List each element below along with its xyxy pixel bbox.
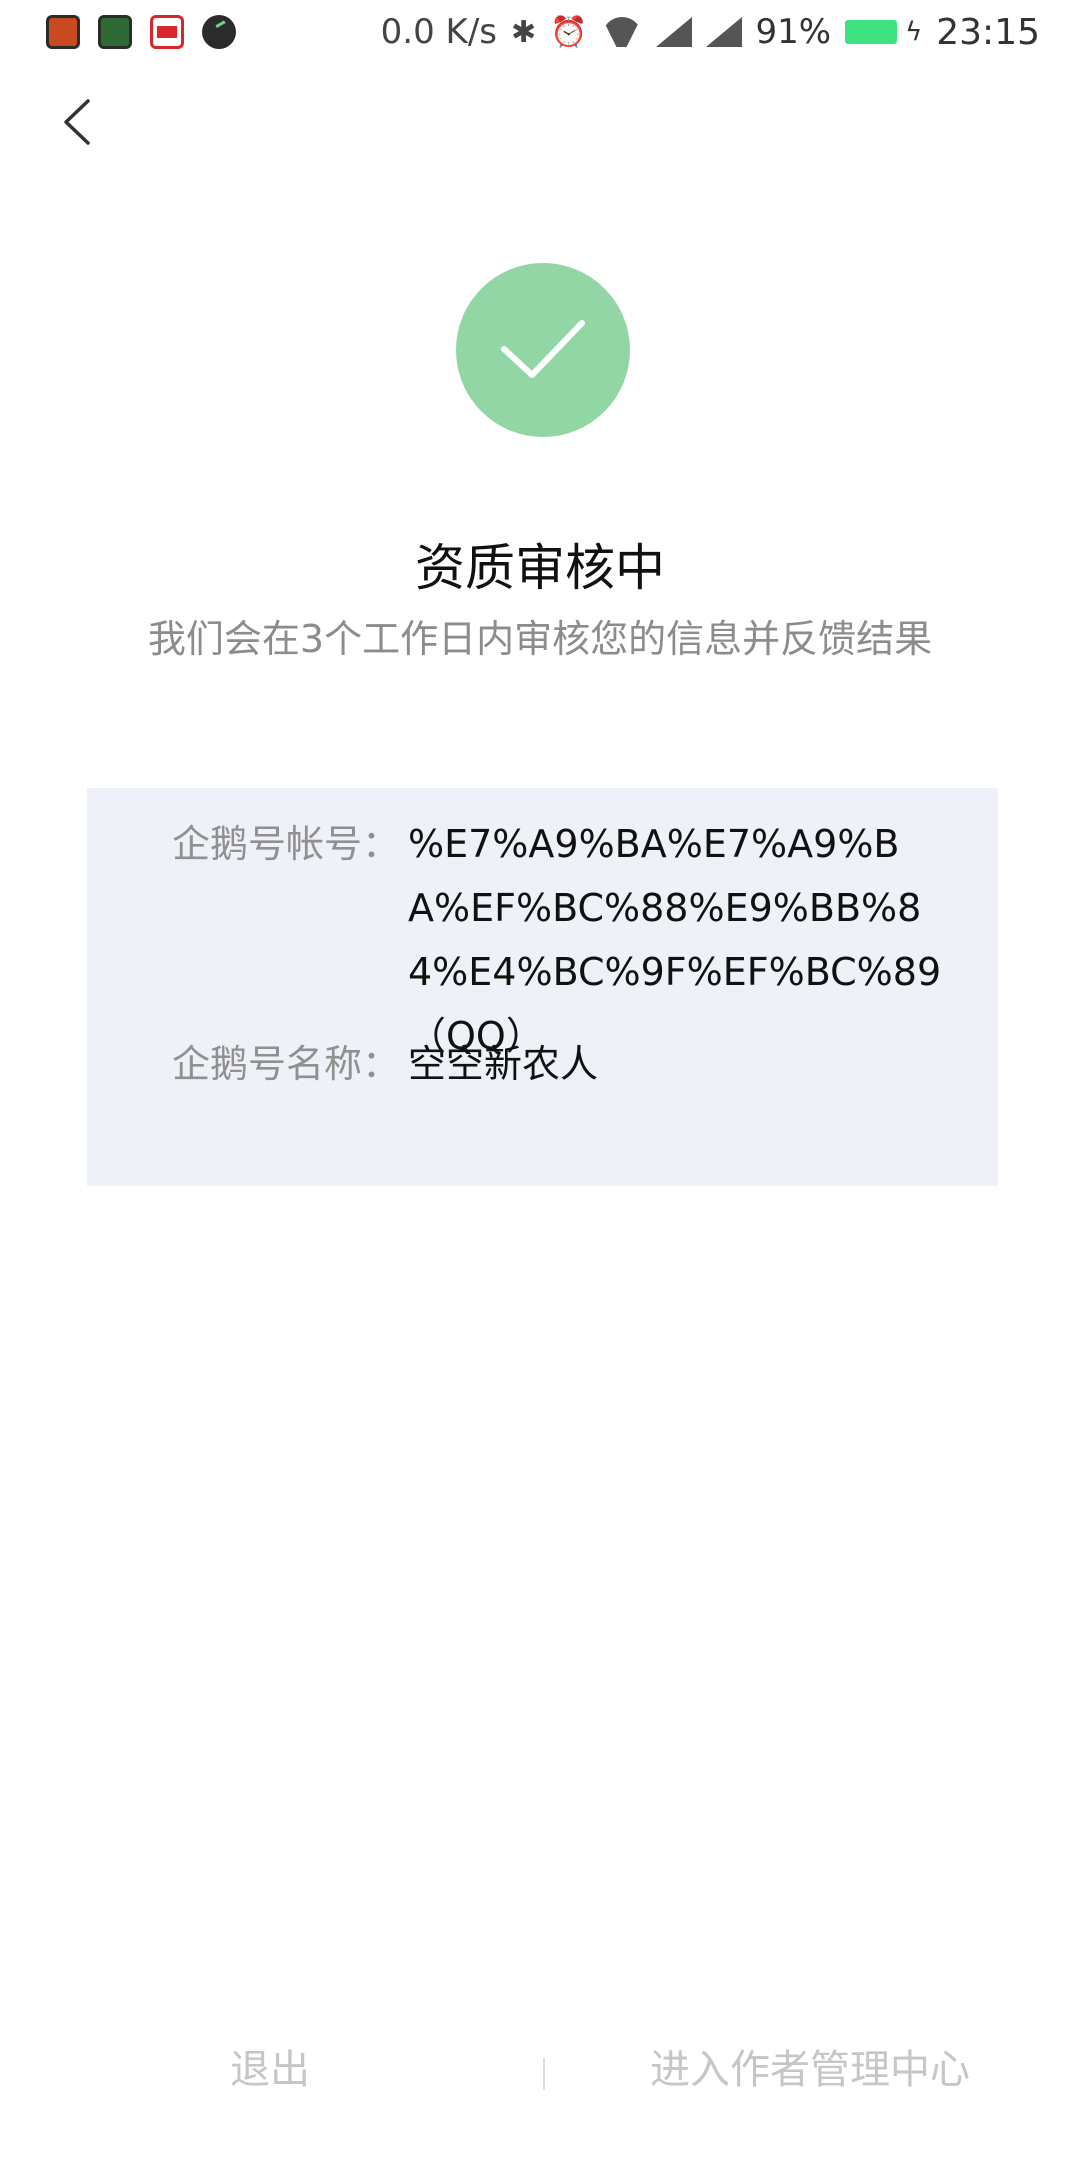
system-status: 0.0 K/s ✱ ⏰ 91% ϟ 23:15 xyxy=(381,12,1080,53)
page: 0.0 K/s ✱ ⏰ 91% ϟ 23:15 资质审核中 我们会在3个工作日内… xyxy=(0,0,1080,2160)
account-label: 企鹅号帐号： xyxy=(171,822,400,866)
alarm-icon: ⏰ xyxy=(550,14,588,50)
clock: 23:15 xyxy=(936,11,1040,53)
exit-button[interactable]: 退出 xyxy=(170,2030,370,2110)
account-row: 企鹅号帐号： %E7%A9%BA%E7%A9%BA%EF%BC%88%E9%BB… xyxy=(87,812,948,1068)
name-label: 企鹅号名称： xyxy=(171,1042,400,1086)
battery-percent: 91% xyxy=(755,12,832,52)
account-info-card: 企鹅号帐号： %E7%A9%BA%E7%A9%BA%EF%BC%88%E9%BB… xyxy=(87,788,998,1186)
checkmark-icon xyxy=(501,320,585,378)
name-value: 空空新农人 xyxy=(408,1042,599,1086)
app-icon-4 xyxy=(202,15,236,49)
author-center-button[interactable]: 进入作者管理中心 xyxy=(630,2030,990,2110)
notification-icons xyxy=(0,15,236,49)
actions-divider xyxy=(543,2058,545,2090)
chevron-left-icon xyxy=(64,99,90,145)
toutiao-icon xyxy=(150,15,184,49)
net-speed: 0.0 K/s xyxy=(380,12,498,52)
signal-icon xyxy=(705,17,742,47)
app-icon-1 xyxy=(46,15,80,49)
signal-icon xyxy=(655,17,692,47)
name-row: 企鹅号名称： 空空新农人 xyxy=(87,1032,948,1096)
page-subtitle: 我们会在3个工作日内审核您的信息并反馈结果 xyxy=(147,617,933,661)
account-value: %E7%A9%BA%E7%A9%BA%EF%BC%88%E9%BB%84%E4%… xyxy=(408,822,942,1058)
status-success-badge xyxy=(456,263,630,437)
bluetooth-icon: ✱ xyxy=(511,14,537,50)
page-title: 资质审核中 xyxy=(415,539,665,597)
battery-icon xyxy=(845,20,898,44)
wifi-icon xyxy=(602,17,642,47)
charging-icon: ϟ xyxy=(905,17,923,47)
back-button[interactable] xyxy=(48,92,108,152)
status-bar: 0.0 K/s ✱ ⏰ 91% ϟ 23:15 xyxy=(0,0,1080,64)
app-icon-2 xyxy=(98,15,132,49)
bottom-actions: 退出 进入作者管理中心 xyxy=(0,2030,1080,2110)
